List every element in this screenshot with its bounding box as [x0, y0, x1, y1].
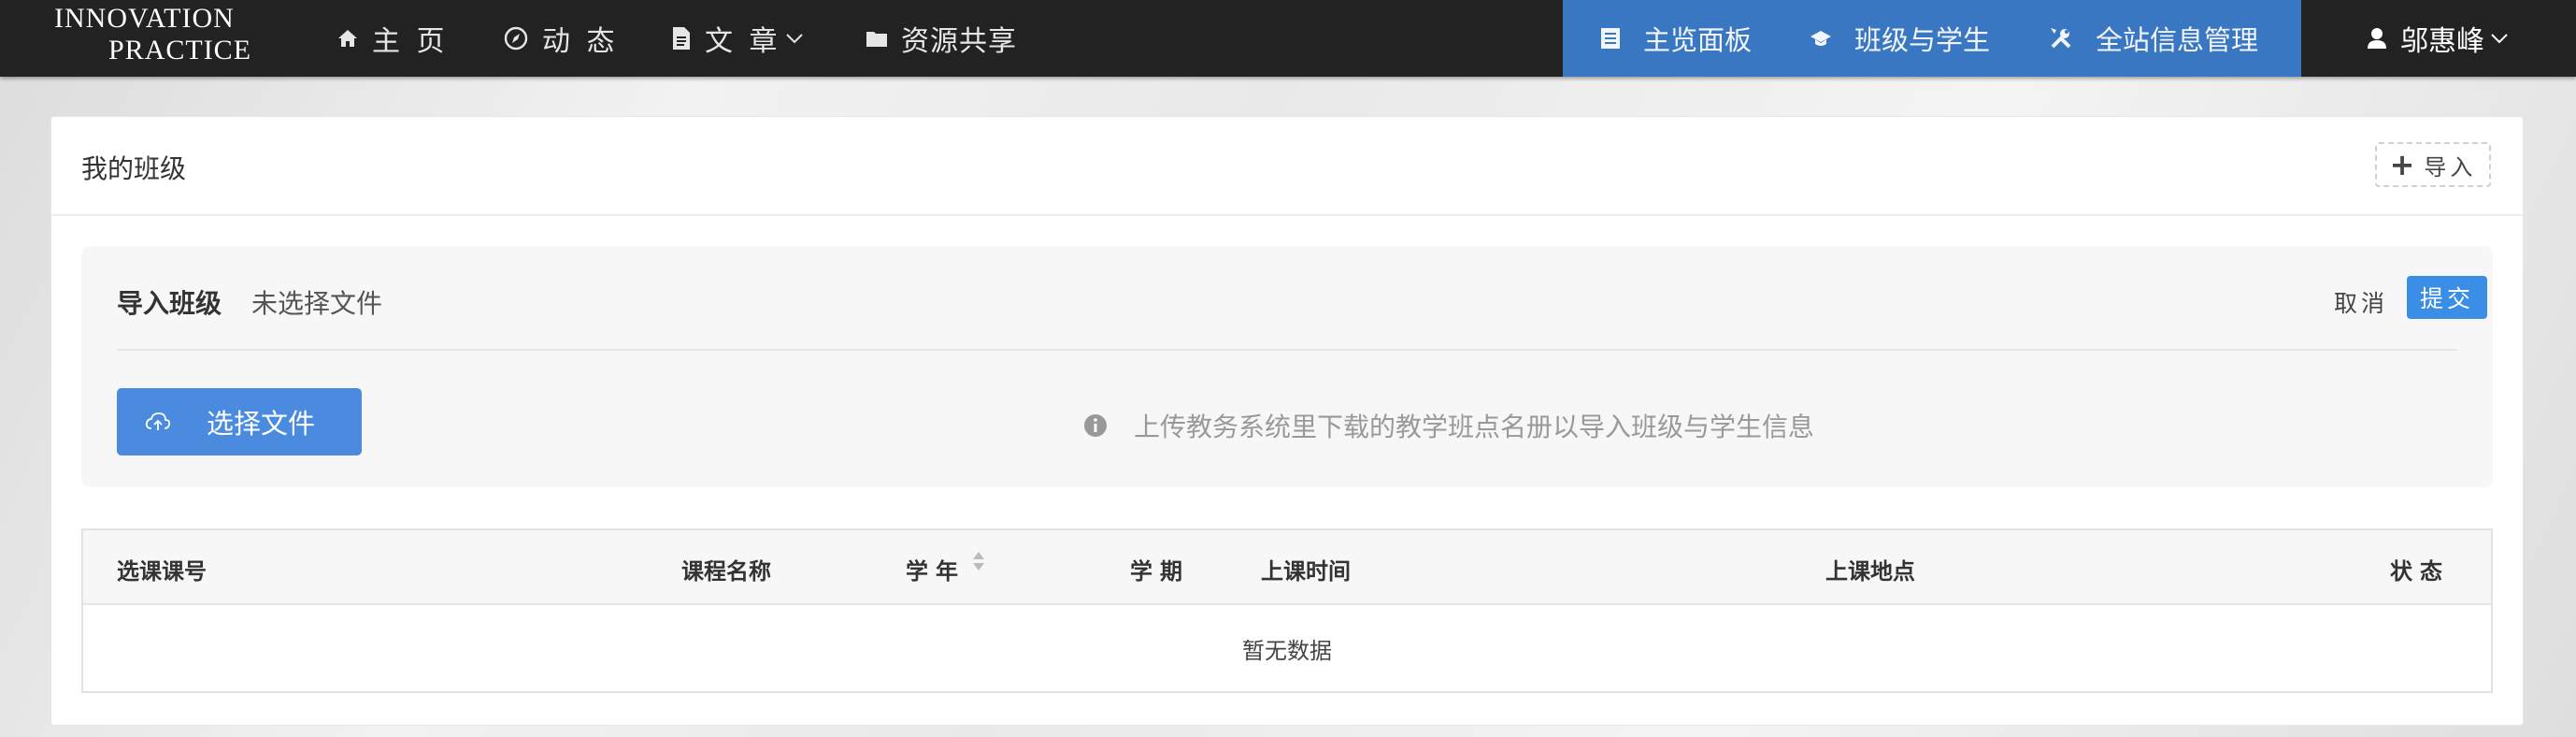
- col-course-code: 选课课号: [117, 558, 207, 585]
- document-icon: [671, 26, 692, 51]
- user-name: 邬惠峰: [2400, 25, 2484, 58]
- col-location: 上课地点: [1825, 558, 1915, 585]
- card-title: 我的班级: [81, 153, 187, 184]
- tools-icon: [2049, 26, 2073, 51]
- cancel-button[interactable]: 取消: [2334, 285, 2388, 319]
- user-menu[interactable]: 邬惠峰: [2367, 0, 2509, 77]
- import-panel: 导入班级 未选择文件 取消 提交 选择文件 上传教务系统里下载的教学班点名册以导…: [81, 246, 2493, 487]
- divider: [117, 349, 2457, 351]
- nav-dashboard[interactable]: 主览面板: [1600, 0, 1752, 77]
- choose-file-button[interactable]: 选择文件: [117, 388, 362, 455]
- nav-feed[interactable]: 动 态: [503, 0, 619, 77]
- table-header: 选课课号 课程名称 学年 学期 上课时间 上课地点 状态: [83, 530, 2491, 605]
- upload-hint-text: 上传教务系统里下载的教学班点名册以导入班级与学生信息: [1134, 412, 1815, 442]
- nav-site-admin[interactable]: 全站信息管理: [2049, 0, 2258, 77]
- import-class-label: 导入班级: [117, 288, 222, 319]
- choose-file-label: 选择文件: [207, 408, 316, 440]
- brand-logo[interactable]: INNOVATION PRACTICE: [54, 4, 260, 71]
- nav-articles-label: 文 章: [705, 25, 781, 58]
- nav-site-admin-label: 全站信息管理: [2096, 24, 2259, 56]
- submit-button[interactable]: 提交: [2407, 276, 2487, 319]
- plus-icon: +: [2389, 147, 2415, 182]
- top-navbar: INNOVATION PRACTICE 主 页 动 态 文 章 资源共享 主览面…: [0, 0, 2576, 77]
- nav-resources[interactable]: 资源共享: [866, 0, 1017, 77]
- nav-home-label: 主 页: [372, 25, 449, 58]
- import-button[interactable]: + 导入: [2375, 142, 2491, 187]
- graduation-cap-icon: [1810, 29, 1832, 48]
- col-year[interactable]: 学年: [906, 553, 966, 585]
- empty-state: 暂无数据: [1242, 637, 1332, 664]
- import-button-label: 导入: [2424, 153, 2477, 181]
- col-status: 状态: [2390, 558, 2450, 585]
- upload-hint: 上传教务系统里下载的教学班点名册以导入班级与学生信息: [1083, 407, 1814, 444]
- col-time: 上课时间: [1261, 558, 1351, 585]
- col-course-name: 课程名称: [681, 558, 771, 585]
- nav-classes[interactable]: 班级与学生: [1810, 0, 1990, 77]
- classes-table: 选课课号 课程名称 学年 学期 上课时间 上课地点 状态 暂无数据: [81, 528, 2493, 693]
- admin-nav: 主览面板 班级与学生 全站信息管理: [1563, 0, 2301, 77]
- list-icon: [1600, 27, 1621, 50]
- sort-icon[interactable]: [971, 549, 986, 573]
- chevron-down-icon: [785, 32, 804, 45]
- cloud-upload-icon: [145, 412, 171, 432]
- compass-icon: [503, 25, 529, 51]
- nav-feed-label: 动 态: [542, 25, 619, 58]
- user-icon: [2367, 27, 2387, 50]
- nav-articles[interactable]: 文 章: [671, 0, 804, 77]
- col-term: 学期: [1130, 558, 1190, 585]
- nav-home[interactable]: 主 页: [336, 0, 449, 77]
- brand-line-2: PRACTICE: [108, 35, 252, 65]
- file-status: 未选择文件: [251, 288, 383, 319]
- home-icon: [336, 27, 359, 50]
- brand-line-1: INNOVATION: [54, 3, 235, 34]
- folder-icon: [866, 29, 888, 48]
- card-header: 我的班级 + 导入: [51, 117, 2523, 216]
- chevron-down-icon: [2490, 32, 2509, 45]
- info-icon: [1083, 413, 1108, 438]
- my-classes-card: 我的班级 + 导入 导入班级 未选择文件 取消 提交 选择文件 上传教务系统里下…: [50, 116, 2524, 726]
- nav-classes-label: 班级与学生: [1854, 24, 1991, 56]
- nav-dashboard-label: 主览面板: [1643, 24, 1753, 56]
- nav-resources-label: 资源共享: [901, 25, 1017, 58]
